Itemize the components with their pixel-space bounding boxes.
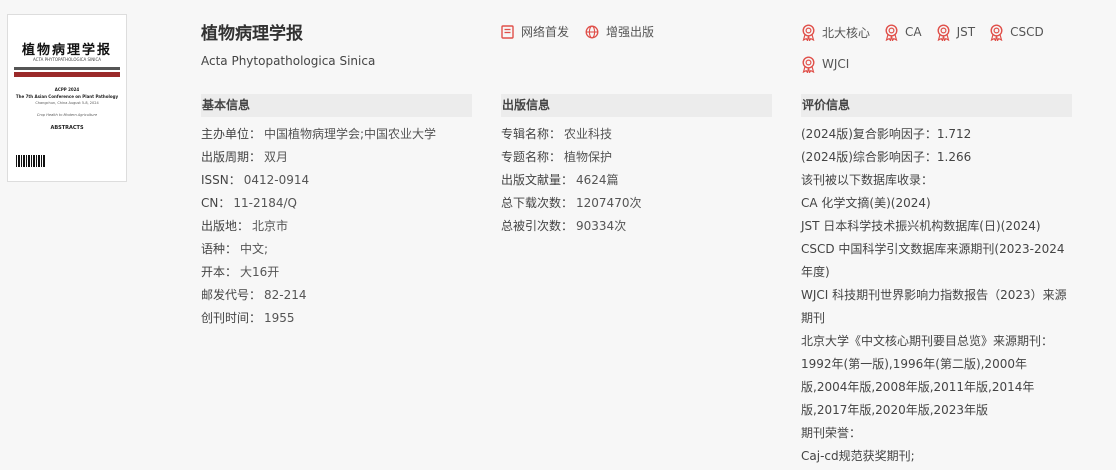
info-row: 语种： 中文; xyxy=(201,238,472,261)
eval-row: (2024版)综合影响因子：1.266 xyxy=(801,150,972,164)
info-key: ISSN： xyxy=(201,173,241,187)
info-row: 出版周期： 双月 xyxy=(201,146,472,169)
journal-subtitle: Acta Phytopathologica Sinica xyxy=(201,54,376,68)
tag-online-first[interactable]: 网络首发 xyxy=(501,23,569,40)
section-header: 出版信息 xyxy=(501,94,772,117)
eval-row: CSCD 中国科学引文数据库来源期刊(2023-2024年度) xyxy=(801,242,1065,279)
publish-info-section: 出版信息 专辑名称： 农业科技 专题名称： 植物保护 出版文献量： 4624篇 总下载… xyxy=(501,94,772,238)
info-key: 邮发代号： xyxy=(201,288,262,302)
info-key: 总下载次数： xyxy=(501,196,574,210)
cover-line-1: ACPP 2024 xyxy=(54,87,80,92)
award-badge-icon xyxy=(937,23,950,41)
info-value: 4624篇 xyxy=(576,173,619,187)
cover-title-cn: 植物病理学报 xyxy=(21,43,112,58)
info-value: 中文; xyxy=(240,242,269,256)
badge-jst[interactable]: JST xyxy=(936,22,976,42)
info-row: ISSN： 0412-0914 xyxy=(201,169,472,192)
eval-row: Caj-cd规范获奖期刊; xyxy=(801,449,915,463)
document-icon xyxy=(501,24,514,39)
section-header: 基本信息 xyxy=(201,94,472,117)
info-row: 出版文献量： 4624篇 xyxy=(501,169,772,192)
info-key: 总被引次数： xyxy=(501,219,574,233)
info-value: 82-214 xyxy=(264,288,307,302)
eval-row: 该刊被以下数据库收录： xyxy=(801,173,934,187)
info-value: 0412-0914 xyxy=(243,173,310,187)
badge-label: CA xyxy=(905,25,922,39)
info-value: 农业科技 xyxy=(564,127,613,141)
info-row: 邮发代号： 82-214 xyxy=(201,284,472,307)
info-key: CN： xyxy=(201,196,231,210)
badge-ca[interactable]: CA xyxy=(884,22,922,42)
badge-label: 北大核心 xyxy=(822,25,871,40)
tag-label: 增强出版 xyxy=(606,25,655,39)
info-key: 专辑名称： xyxy=(501,127,562,141)
info-value: 11-2184/Q xyxy=(233,196,297,210)
badge-label: CSCD xyxy=(1010,25,1044,39)
award-badge-icon xyxy=(802,23,815,41)
info-value: 90334次 xyxy=(576,219,627,233)
cover-red-band xyxy=(14,72,120,77)
info-value: 大16开 xyxy=(240,265,280,279)
cover-divider xyxy=(14,67,120,70)
badge-cscd[interactable]: CSCD xyxy=(989,22,1044,42)
journal-cover[interactable]: 植物病理学报 ACTA PHYTOPATHOLOGICA SINICA ACPP… xyxy=(7,14,127,182)
section-header: 评价信息 xyxy=(801,94,1072,117)
badge-label: JST xyxy=(956,25,976,39)
info-key: 出版周期： xyxy=(201,150,262,164)
eval-row: 1992年(第一版),1996年(第二版),2000年版,2004年版,2008… xyxy=(801,357,1035,417)
info-key: 创刊时间： xyxy=(201,311,262,325)
info-row: 专辑名称： 农业科技 xyxy=(501,123,772,146)
info-row: 开本： 大16开 xyxy=(201,261,472,284)
cover-line-2: The 7th Asian Conference on Plant Pathol… xyxy=(15,94,119,99)
cover-abstracts: ABSTRACTS xyxy=(50,125,84,131)
info-row: 主办单位： 中国植物病理学会;中国农业大学 xyxy=(201,123,472,146)
tag-label: 网络首发 xyxy=(521,25,570,39)
badge-label: WJCI xyxy=(822,57,850,71)
eval-row: JST 日本科学技术振兴机构数据库(日)(2024) xyxy=(801,219,1041,233)
eval-row: WJCI 科技期刊世界影响力指数报告（2023）来源期刊 xyxy=(801,288,1067,325)
badge-wjci[interactable]: WJCI xyxy=(801,54,849,74)
cover-line-3: Changchun, China August 5-8, 2024 xyxy=(35,101,99,105)
eval-row: 北京大学《中文核心期刊要目总览》来源期刊： xyxy=(801,334,1054,348)
info-key: 出版地： xyxy=(201,219,250,233)
award-badge-icon xyxy=(990,23,1003,41)
info-row: CN： 11-2184/Q xyxy=(201,192,472,215)
info-value: 双月 xyxy=(264,150,289,164)
info-row: 总下载次数： 1207470次 xyxy=(501,192,772,215)
tag-enhanced-publish[interactable]: 增强出版 xyxy=(585,23,654,40)
info-value: 1955 xyxy=(264,311,295,325)
info-key: 专题名称： xyxy=(501,150,562,164)
eval-row: CA 化学文摘(美)(2024) xyxy=(801,196,931,210)
info-value: 植物保护 xyxy=(564,150,613,164)
award-badge-icon xyxy=(885,23,898,41)
info-key: 语种： xyxy=(201,242,238,256)
eval-row: 期刊荣誉： xyxy=(801,426,862,440)
info-value: 中国植物病理学会;中国农业大学 xyxy=(264,127,437,141)
evaluation-info-section: 评价信息 (2024版)复合影响因子：1.712 (2024版)综合影响因子：1… xyxy=(801,94,1072,468)
award-badge-icon xyxy=(802,55,815,73)
info-row: 出版地： 北京市 xyxy=(201,215,472,238)
info-key: 主办单位： xyxy=(201,127,262,141)
info-row: 总被引次数： 90334次 xyxy=(501,215,772,238)
info-row: 创刊时间： 1955 xyxy=(201,307,472,330)
journal-title: 植物病理学报 xyxy=(201,24,303,44)
info-key: 开本： xyxy=(201,265,238,279)
info-row: 专题名称： 植物保护 xyxy=(501,146,772,169)
basic-info-section: 基本信息 主办单位： 中国植物病理学会;中国农业大学 出版周期： 双月 ISSN： 0… xyxy=(201,94,472,330)
globe-icon xyxy=(585,25,599,38)
eval-row: (2024版)复合影响因子：1.712 xyxy=(801,127,972,141)
cover-line-4: Crop Health to Modern Agriculture xyxy=(36,113,98,117)
barcode-icon xyxy=(16,155,46,167)
info-value: 1207470次 xyxy=(576,196,642,210)
cover-title-en: ACTA PHYTOPATHOLOGICA SINICA xyxy=(33,57,101,62)
index-badges: 北大核心 CA JST CSCD WJCI xyxy=(801,22,1091,86)
info-value: 北京市 xyxy=(252,219,289,233)
publication-tags: 网络首发 增强出版 xyxy=(501,23,670,40)
badge-pku-core[interactable]: 北大核心 xyxy=(801,22,870,42)
info-key: 出版文献量： xyxy=(501,173,574,187)
